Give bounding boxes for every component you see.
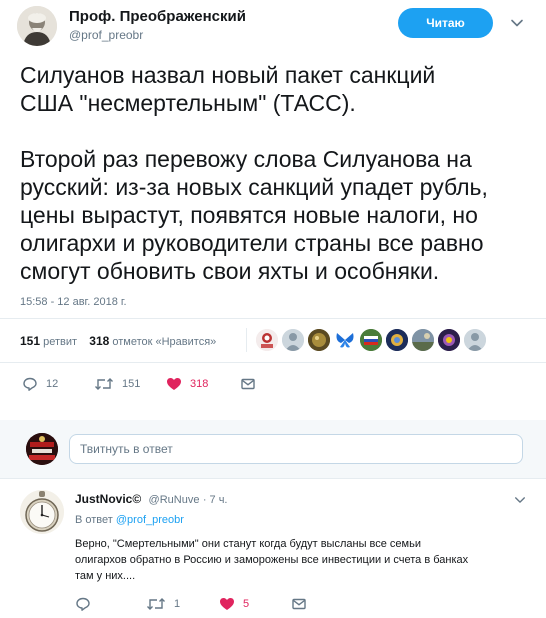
tweet-line: цены вырастут, появятся новые налоги, но xyxy=(20,202,478,228)
retweet-label[interactable]: ретвит xyxy=(43,336,77,348)
retweet-action[interactable]: 151 xyxy=(94,376,140,392)
reply-like-count: 5 xyxy=(243,598,250,610)
retweet-count: 151 xyxy=(122,378,141,390)
liker-avatar[interactable] xyxy=(308,329,330,351)
divider xyxy=(0,362,546,363)
chevron-down-icon[interactable] xyxy=(510,16,524,30)
like-action[interactable]: 318 xyxy=(166,376,208,392)
retweet-icon xyxy=(95,378,113,390)
tweet-line: русский: из-за новых санкций упадет рубл… xyxy=(20,174,488,200)
in-reply-to-label: В ответ xyxy=(75,514,113,526)
liker-avatar[interactable] xyxy=(360,329,382,351)
tweet-stats: 151 ретвит 318 отметок «Нравится» xyxy=(20,334,216,348)
reply-author-avatar[interactable] xyxy=(20,490,64,534)
tweet-line: олигархи и руководители страны все равно xyxy=(20,230,484,256)
heart-icon xyxy=(220,598,234,610)
reply-line: олигархов обратно в Россию и заморожены … xyxy=(75,554,469,566)
reply-text: Верно, "Смертельными" они станут когда б… xyxy=(75,536,533,584)
retweet-count[interactable]: 151 xyxy=(20,334,40,348)
reply-dm-action[interactable] xyxy=(291,596,307,612)
stats-separator xyxy=(246,328,247,352)
like-count-action: 318 xyxy=(190,378,209,390)
tweet-timestamp[interactable]: 15:58 - 12 авг. 2018 г. xyxy=(20,296,127,308)
liker-avatar[interactable] xyxy=(438,329,460,351)
reply-icon xyxy=(23,377,37,391)
tweet-line: Второй раз перевожу слова Силуанова на xyxy=(20,146,472,172)
following-button[interactable]: Читаю xyxy=(398,8,493,38)
in-reply-to: В ответ @prof_preobr xyxy=(75,514,184,526)
reply-retweet-count: 1 xyxy=(174,598,181,610)
like-label[interactable]: отметок «Нравится» xyxy=(112,336,216,348)
reply-input-placeholder: Твитнуть в ответ xyxy=(80,442,173,456)
author-avatar[interactable] xyxy=(17,6,57,46)
reply-retweet-action[interactable]: 1 xyxy=(146,596,180,612)
divider xyxy=(0,478,546,479)
reply-reply-action[interactable] xyxy=(75,596,99,612)
tweet-text: Силуанов назвал новый пакет санкций США … xyxy=(20,61,532,285)
current-user-avatar xyxy=(26,433,58,465)
heart-icon xyxy=(167,378,181,390)
liker-avatar[interactable] xyxy=(412,329,434,351)
liker-avatar[interactable] xyxy=(282,329,304,351)
following-button-label: Читаю xyxy=(426,16,465,30)
reply-like-action[interactable]: 5 xyxy=(219,596,249,612)
reply-count: 12 xyxy=(46,378,59,390)
reply-line: там у них.... xyxy=(75,570,136,582)
reply-action[interactable]: 12 xyxy=(22,376,58,392)
envelope-icon xyxy=(241,378,255,390)
retweet-icon xyxy=(147,598,165,610)
reply-line: Верно, "Смертельными" они станут когда б… xyxy=(75,538,421,550)
envelope-icon xyxy=(292,598,306,610)
liker-avatar[interactable] xyxy=(464,329,486,351)
author-handle[interactable]: @prof_preobr xyxy=(69,28,143,42)
tweet-line: США "несмертельным" (ТАСС). xyxy=(20,90,356,116)
tweet-line: смогут обновить свои яхты и особняки. xyxy=(20,258,440,284)
reply-input[interactable]: Твитнуть в ответ xyxy=(69,434,523,464)
reply-time[interactable]: · 7 ч. xyxy=(203,494,228,506)
liker-avatar[interactable] xyxy=(256,329,278,351)
like-count[interactable]: 318 xyxy=(89,334,109,348)
tweet-line: Силуанов назвал новый пакет санкций xyxy=(20,62,436,88)
reply-icon xyxy=(76,597,90,611)
liker-avatar[interactable] xyxy=(386,329,408,351)
dm-action[interactable] xyxy=(240,376,256,392)
reply-author-handle[interactable]: @RuNuve xyxy=(149,494,200,506)
reply-author-name[interactable]: JustNovic© xyxy=(75,492,141,506)
in-reply-to-handle[interactable]: @prof_preobr xyxy=(116,514,184,526)
author-name[interactable]: Проф. Преображенский xyxy=(69,8,246,25)
tweet-line xyxy=(20,117,532,145)
reply-header: JustNovic© @RuNuve · 7 ч. xyxy=(75,492,228,506)
reply-chevron-down-icon[interactable] xyxy=(514,494,526,506)
liker-avatar[interactable] xyxy=(334,329,356,351)
divider xyxy=(0,318,546,319)
